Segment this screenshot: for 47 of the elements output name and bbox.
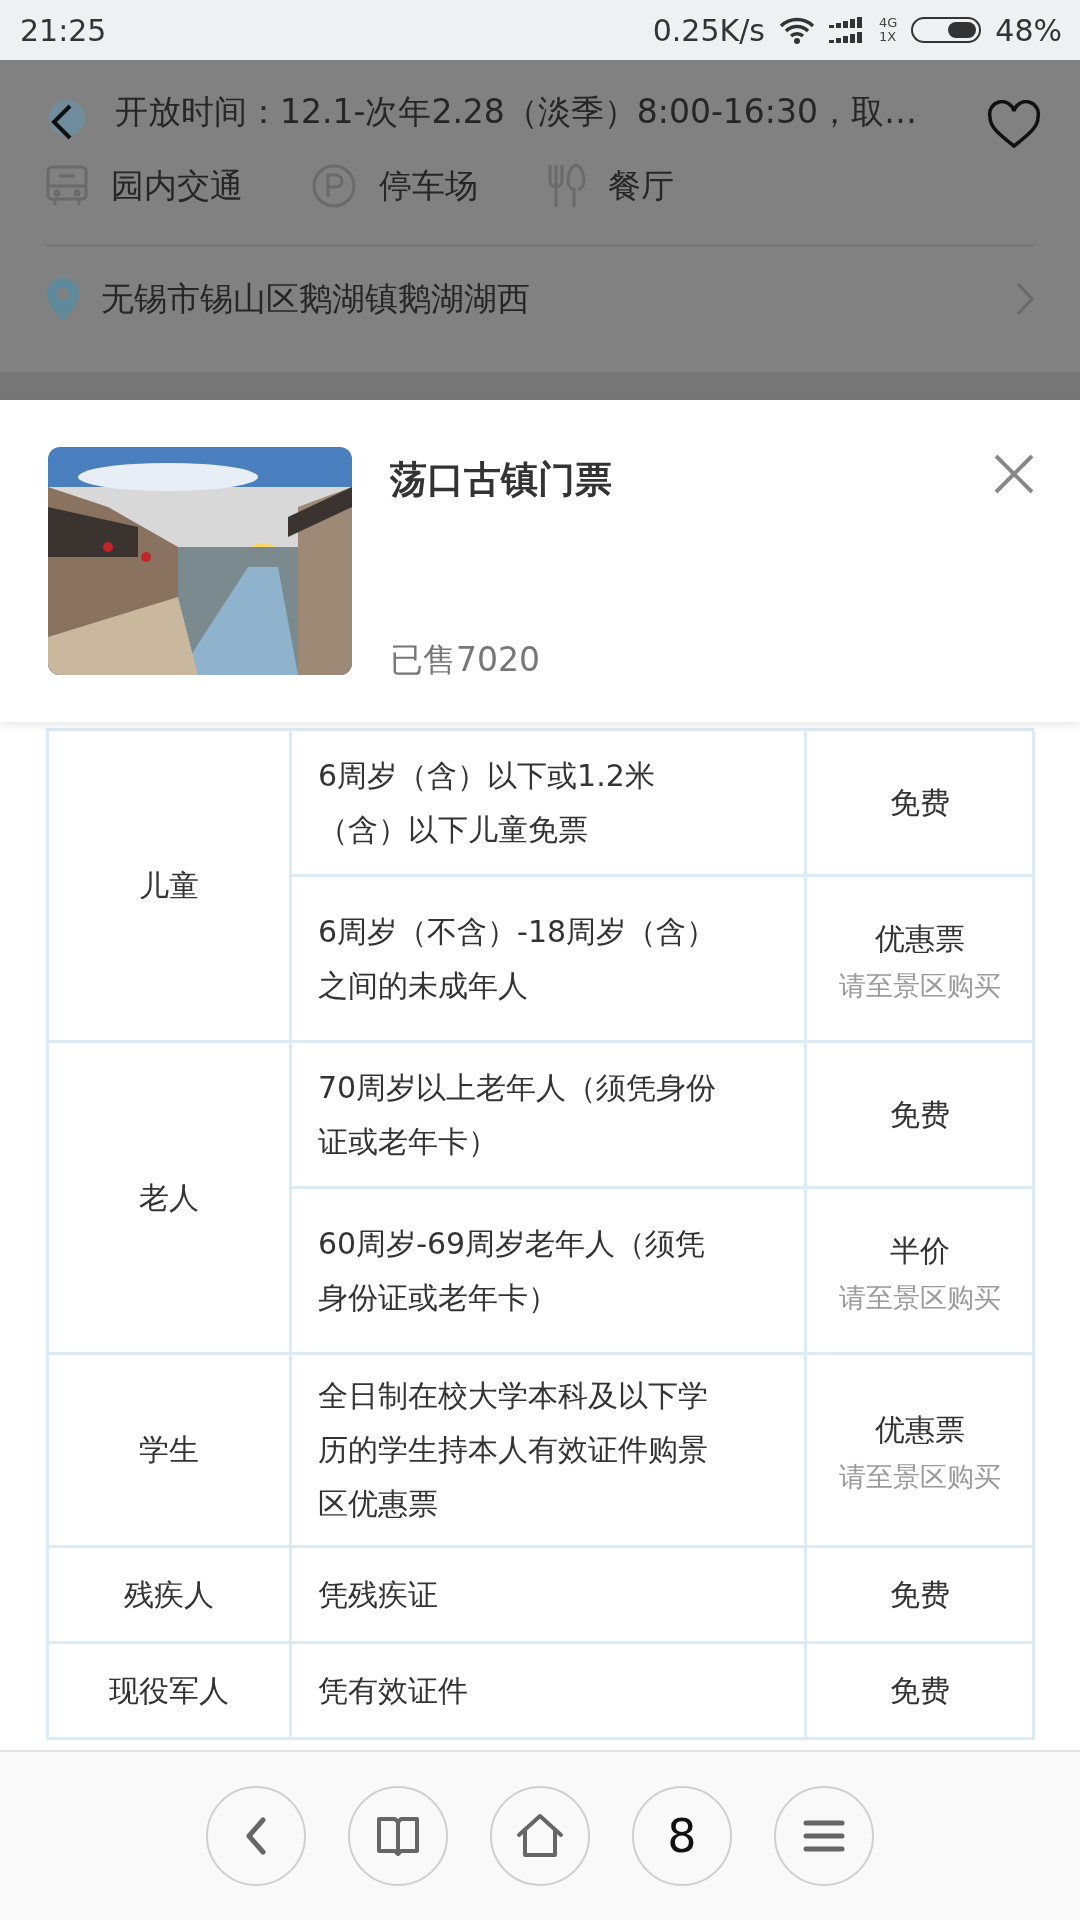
condition-cell: 凭有效证件 — [292, 1644, 807, 1740]
home-icon — [516, 1813, 564, 1859]
category-cell: 儿童 — [49, 731, 292, 1043]
category-cell: 老人 — [49, 1043, 292, 1355]
price-cell: 优惠票 请至景区购买 — [807, 1355, 1035, 1548]
price-cell: 免费 — [807, 1644, 1035, 1740]
price-cell: 优惠票 请至景区购买 — [807, 877, 1035, 1043]
bookmarks-button[interactable] — [348, 1786, 448, 1886]
price-cell: 免费 — [807, 1548, 1035, 1644]
price-cell: 免费 — [807, 731, 1035, 877]
category-cell: 学生 — [49, 1355, 292, 1548]
network-type: 4G — [878, 16, 898, 30]
signal-icon — [828, 16, 865, 44]
facility-label: 园内交通 — [111, 164, 243, 207]
category-cell: 现役军人 — [49, 1644, 292, 1740]
price-cell: 免费 — [807, 1043, 1035, 1189]
condition-cell: 70周岁以上老年人（须凭身份证或老年卡） — [292, 1043, 807, 1189]
opening-hours: 开放时间：12.1-次年2.28（淡季）8:00-16:30，取… — [115, 91, 917, 133]
sold-count: 已售7020 — [390, 639, 541, 681]
address[interactable]: 无锡市锡山区鹅湖镇鹅湖湖西 — [101, 276, 995, 322]
wifi-icon — [778, 16, 815, 44]
facility-label: 停车场 — [379, 164, 478, 207]
battery-percent: 48% — [995, 12, 1062, 48]
condition-cell: 全日制在校大学本科及以下学历的学生持本人有效证件购景区优惠票 — [292, 1355, 807, 1548]
price-note: 请至景区购买 — [838, 968, 1001, 1003]
condition-cell: 6周岁（含）以下或1.2米（含）以下儿童免票 — [292, 731, 807, 877]
price-note: 请至景区购买 — [838, 1460, 1001, 1494]
battery-icon — [911, 17, 982, 43]
condition-cell: 凭残疾证 — [292, 1548, 807, 1644]
location-pin-icon — [45, 276, 81, 322]
book-icon — [375, 1815, 421, 1857]
price-note: 请至景区购买 — [838, 1280, 1001, 1315]
ticket-title: 荡口古镇门票 — [390, 457, 613, 503]
menu-button[interactable] — [774, 1786, 874, 1886]
network-speed: 0.25K/s — [652, 12, 765, 48]
back-button[interactable] — [206, 1786, 306, 1886]
category-cell: 残疾人 — [49, 1548, 292, 1644]
clock: 21:25 — [20, 12, 107, 48]
menu-icon — [802, 1818, 846, 1854]
close-button[interactable] — [993, 453, 1035, 495]
tabs-button[interactable]: 8 — [632, 1786, 732, 1886]
home-button[interactable] — [490, 1786, 590, 1886]
facility-label: 餐厅 — [608, 164, 674, 207]
condition-cell: 6周岁（不含）-18周岁（含）之间的未成年人 — [292, 877, 807, 1043]
condition-cell: 60周岁-69周岁老年人（须凭身份证或老年卡） — [292, 1189, 807, 1355]
price-cell: 半价 请至景区购买 — [807, 1189, 1035, 1355]
network-type: 1X — [878, 30, 898, 44]
